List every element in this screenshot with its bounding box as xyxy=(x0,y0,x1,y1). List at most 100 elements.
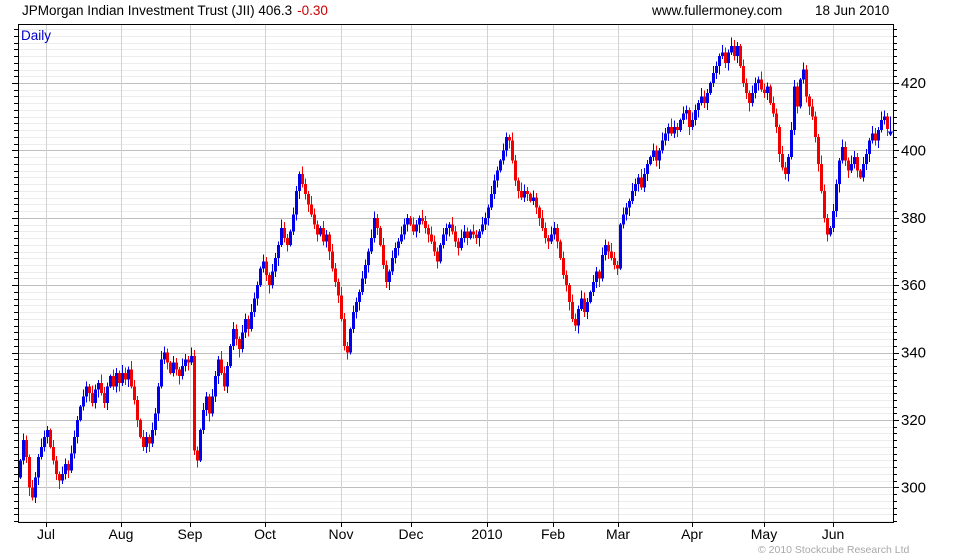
candle-up xyxy=(754,83,757,94)
candle-up xyxy=(658,150,661,161)
candle-up xyxy=(646,163,649,174)
candle-up xyxy=(271,271,274,286)
candle-up xyxy=(577,308,580,326)
candle-down xyxy=(571,302,574,319)
candle-up xyxy=(751,93,754,104)
candle-down xyxy=(454,231,457,242)
candle-up xyxy=(364,264,367,279)
candle-down xyxy=(466,231,469,239)
candle-down xyxy=(67,463,70,471)
candle-down xyxy=(385,264,388,282)
candle-up xyxy=(718,56,721,67)
y-axis-price-label: 360 xyxy=(901,277,926,294)
candle-up xyxy=(37,457,40,478)
candle-down xyxy=(316,224,319,235)
candle-up xyxy=(694,109,697,121)
candle-down xyxy=(748,93,751,104)
candle-up xyxy=(766,86,769,94)
candle-down xyxy=(844,147,847,161)
candle-down xyxy=(760,79,763,90)
candle-up xyxy=(838,160,841,185)
candle-down xyxy=(616,264,619,269)
candle-down xyxy=(451,224,454,232)
candle-up xyxy=(736,45,739,57)
candle-up xyxy=(355,302,358,313)
candle-up xyxy=(358,291,361,303)
candle-down xyxy=(784,167,787,174)
x-axis-month-label: Sep xyxy=(178,526,203,542)
candle-up xyxy=(397,241,400,249)
candle-down xyxy=(535,197,538,208)
fullermoney-daily-chart-page: { "header": { "title": "JPMorgan Indian … xyxy=(0,0,980,560)
candle-up xyxy=(391,258,394,272)
fullermoney-site-link[interactable]: www.fullermoney.com xyxy=(652,3,782,18)
candle-up xyxy=(205,396,208,410)
candle-up xyxy=(490,194,493,208)
candle-up xyxy=(841,147,844,161)
candle-up xyxy=(22,440,25,461)
candle-down xyxy=(517,180,520,191)
candle-up xyxy=(61,473,64,481)
candle-down xyxy=(88,386,91,394)
candle-down xyxy=(28,457,31,488)
candle-down xyxy=(526,190,529,195)
candle-up xyxy=(292,214,295,232)
candle-down xyxy=(346,345,349,353)
candle-up xyxy=(505,136,508,151)
candle-up xyxy=(109,376,112,387)
candle-down xyxy=(334,268,337,282)
candle-up xyxy=(157,386,160,414)
candle-down xyxy=(817,136,820,164)
candle-up xyxy=(727,52,730,63)
candle-up xyxy=(64,463,67,474)
candle-up xyxy=(250,312,253,330)
candle-down xyxy=(769,86,772,104)
candle-up xyxy=(256,285,259,299)
x-axis-month-label: Feb xyxy=(541,526,565,542)
candle-up xyxy=(115,372,118,387)
candle-up xyxy=(211,396,214,414)
candle-up xyxy=(460,238,463,249)
candle-down xyxy=(133,386,136,400)
candle-up xyxy=(829,227,832,235)
candle-down xyxy=(91,393,94,404)
candle-down xyxy=(343,318,346,346)
candle-up xyxy=(418,217,421,225)
candle-down xyxy=(208,396,211,414)
candle-down xyxy=(376,217,379,228)
candle-down xyxy=(424,221,427,228)
x-axis-month-label: Dec xyxy=(399,526,424,542)
candle-down xyxy=(112,376,115,387)
candle-up xyxy=(373,217,376,239)
candle-down xyxy=(286,238,289,245)
candle-up xyxy=(730,45,733,53)
candle-down xyxy=(49,430,52,447)
candle-down xyxy=(472,231,475,235)
candle-down xyxy=(337,281,340,296)
candle-down xyxy=(688,109,691,127)
candle-up xyxy=(415,224,418,232)
candle-down xyxy=(247,318,250,330)
candle-up xyxy=(649,157,652,164)
candle-down xyxy=(265,261,268,276)
candle-down xyxy=(733,45,736,57)
candle-up xyxy=(625,207,628,215)
candle-down xyxy=(568,285,571,303)
candle-up xyxy=(349,329,352,353)
candle-down xyxy=(559,241,562,259)
candle-up xyxy=(367,251,370,265)
candle-down xyxy=(52,446,55,461)
candle-up xyxy=(667,126,670,134)
candle-up xyxy=(190,355,193,363)
candle-down xyxy=(796,86,799,107)
candle-down xyxy=(118,372,121,383)
candle-up xyxy=(721,52,724,57)
candle-up xyxy=(502,150,505,161)
x-axis-month-label: Jun xyxy=(822,526,845,542)
candle-up xyxy=(619,224,622,269)
candle-down xyxy=(886,116,889,130)
candle-down xyxy=(607,244,610,252)
candle-down xyxy=(724,52,727,63)
candle-up xyxy=(550,234,553,242)
candle-up xyxy=(637,177,640,185)
